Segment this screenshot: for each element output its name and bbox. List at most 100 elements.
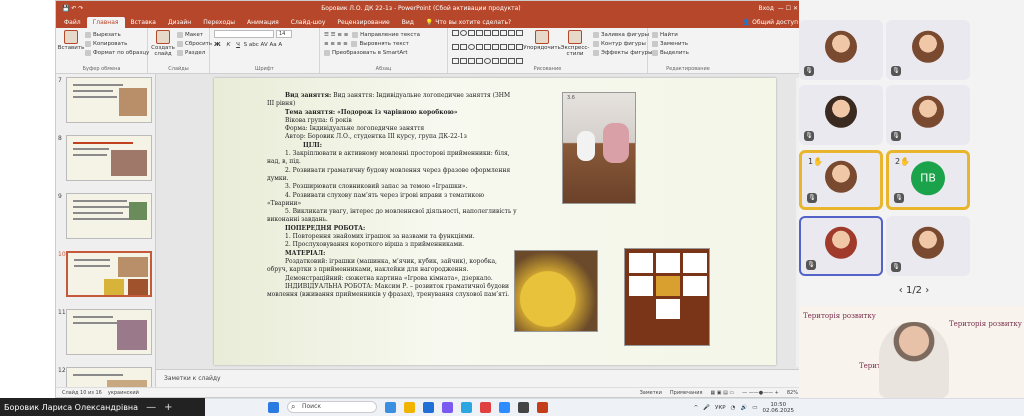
tab-insert[interactable]: Вставка: [125, 17, 162, 28]
input-language[interactable]: УКР: [715, 405, 726, 411]
window-controls[interactable]: — ☐ ✕: [774, 5, 798, 12]
current-slide[interactable]: Вид заняття: Вид заняття: Індивідуальне …: [214, 78, 776, 365]
photo-child-at-desk[interactable]: 3.6: [562, 92, 636, 204]
tab-review[interactable]: Рецензирование: [331, 17, 395, 28]
slide-thumbnail[interactable]: 9: [56, 193, 155, 239]
task-view-icon[interactable]: [385, 401, 396, 413]
share-button[interactable]: 👤 Общий доступ: [737, 17, 804, 28]
mic-off-icon: 🎙: [894, 193, 904, 203]
slide-line: мовлення (вживання прийменників у фразах…: [267, 291, 510, 299]
section-button[interactable]: Раздел: [177, 48, 212, 57]
shapes-gallery[interactable]: [452, 30, 523, 71]
photo-preposition-cards[interactable]: [624, 248, 710, 346]
windows-start-icon[interactable]: [268, 401, 279, 413]
arrange-button[interactable]: Упорядочить: [523, 30, 561, 71]
comments-toggle[interactable]: Примечания: [670, 390, 703, 396]
zoom-slider[interactable]: — ——●—— +: [742, 390, 779, 396]
participant-tile[interactable]: 🎙: [799, 20, 883, 80]
layout-button[interactable]: Макет: [177, 30, 212, 39]
font-name-field[interactable]: [214, 30, 274, 38]
slide-thumbnail[interactable]: 11: [56, 309, 155, 355]
shape-outline-button[interactable]: Контур фигуры: [593, 39, 653, 48]
tray-chevron-icon[interactable]: ^: [694, 405, 699, 411]
telegram-icon[interactable]: [461, 401, 472, 413]
tab-file[interactable]: Файл: [58, 17, 87, 28]
taskbar-apps: Поиск: [268, 401, 548, 413]
participant-tile[interactable]: 🎙: [799, 85, 883, 145]
chrome-icon[interactable]: [480, 401, 491, 413]
tab-animation[interactable]: Анимация: [241, 17, 285, 28]
prev-page-arrow-icon[interactable]: ‹: [899, 285, 903, 296]
wifi-icon[interactable]: ◔: [731, 405, 736, 411]
format-painter-button[interactable]: Формат по образцу: [85, 48, 149, 57]
tab-transitions[interactable]: Переходы: [197, 17, 241, 28]
new-slide-button[interactable]: Создать слайд: [151, 30, 175, 71]
font-size-field[interactable]: 14: [276, 30, 292, 38]
tab-home[interactable]: Главная: [86, 17, 125, 28]
viber-icon[interactable]: [442, 401, 453, 413]
login-link[interactable]: Вход: [758, 5, 774, 12]
replace-button[interactable]: Заменить: [652, 39, 724, 48]
store-icon[interactable]: [518, 401, 529, 413]
align-text-button[interactable]: ≡ ≡ ≡ ≡ Выровнять текст: [324, 39, 443, 48]
smartart-button[interactable]: Преобразовать в SmartArt: [324, 48, 443, 57]
cursor-icon: [652, 49, 658, 56]
language-indicator[interactable]: украинский: [108, 390, 139, 396]
reset-button[interactable]: Сбросить: [177, 39, 212, 48]
select-button[interactable]: Выделить: [652, 48, 724, 57]
edge-icon[interactable]: [423, 401, 434, 413]
shape-effects-button[interactable]: Эффекты фигуры: [593, 48, 653, 57]
slide-text-box[interactable]: Вид заняття: Вид заняття: Індивідуальне …: [267, 92, 519, 299]
participant-tile-active[interactable]: 🎙: [799, 216, 883, 276]
text-direction-button[interactable]: ☰ ☰ ≡ ≡ Направление текста: [324, 30, 443, 39]
photo-toys-box[interactable]: [514, 250, 598, 332]
cut-button[interactable]: Вырезать: [85, 30, 149, 39]
battery-icon[interactable]: ▭: [752, 405, 757, 411]
view-buttons[interactable]: ▦ ▣ ▤ ▭: [710, 390, 734, 396]
powerpoint-icon[interactable]: [537, 401, 548, 413]
slide-canvas[interactable]: Вид заняття: Вид заняття: Індивідуальне …: [156, 74, 804, 387]
quick-styles-button[interactable]: Экспресс-стили: [561, 30, 589, 71]
taskbar-search[interactable]: Поиск: [287, 401, 377, 413]
participant-tile[interactable]: 🎙: [886, 20, 970, 80]
paste-button[interactable]: Вставить: [58, 30, 84, 71]
volume-icon[interactable]: 🔊: [740, 405, 747, 411]
tab-design[interactable]: Дизайн: [162, 17, 197, 28]
slide-thumbnail[interactable]: 8: [56, 135, 155, 181]
title-bar: 💾 ↶ ↷ Боровик Л.О. ДК 22-1з - PowerPoint…: [56, 1, 804, 15]
clipboard-group: Вставить Вырезать Копировать Формат по о…: [56, 28, 149, 73]
notes-toggle[interactable]: Заметки: [640, 390, 662, 396]
copy-button[interactable]: Копировать: [85, 39, 149, 48]
user-name-label: Боровик Лариса Олександрівна: [4, 402, 139, 412]
shape-fill-button[interactable]: Заливка фигуры: [593, 30, 653, 39]
participant-tile-hand-raised[interactable]: 2✋ ПВ 🎙: [886, 150, 970, 210]
tab-view[interactable]: Вид: [396, 17, 420, 28]
slides-group: Создать слайд Макет Сбросить Раздел Слай…: [148, 28, 212, 73]
notes-field[interactable]: Заметки к слайду: [156, 369, 804, 387]
font-format-buttons[interactable]: Ж К Ч S abc AV Aa A: [214, 40, 315, 49]
paragraph-group: ☰ ☰ ≡ ≡ Направление текста ≡ ≡ ≡ ≡ Выров…: [320, 28, 448, 73]
section-icon: [177, 49, 183, 56]
participant-tile-hand-raised[interactable]: 1✋ 🎙: [799, 150, 883, 210]
scissors-icon: [85, 31, 91, 38]
tell-me-search[interactable]: 💡 Что вы хотите сделать?: [420, 17, 517, 28]
add-control[interactable]: +: [164, 402, 172, 413]
slide-line: Демонстраційний: сюжетна картина «Ігрова…: [285, 274, 493, 282]
find-button[interactable]: Найти: [652, 30, 724, 39]
slide-thumbnail[interactable]: 7: [56, 77, 155, 123]
quick-access-icons[interactable]: 💾 ↶ ↷: [62, 5, 83, 12]
presenter-camera[interactable]: Територія розвитку Територія розвитку Те…: [799, 306, 1024, 398]
copy-icon: [85, 40, 91, 47]
tab-slideshow[interactable]: Слайд-шоу: [285, 17, 332, 28]
clock[interactable]: 10:50 02.06.2025: [763, 402, 795, 414]
zoom-level[interactable]: 82%: [787, 390, 798, 396]
file-explorer-icon[interactable]: [404, 401, 415, 413]
slide-thumbnails-pane[interactable]: 7 8 9 10 11 12: [56, 74, 156, 397]
minimize-control[interactable]: —: [146, 402, 156, 413]
participant-tile[interactable]: 🎙: [886, 216, 970, 276]
mic-tray-icon[interactable]: 🎤: [703, 405, 710, 411]
zoom-icon[interactable]: [499, 401, 510, 413]
participant-tile[interactable]: 🎙: [886, 85, 970, 145]
next-page-arrow-icon[interactable]: ›: [925, 285, 929, 296]
slide-thumbnail-selected[interactable]: 10: [56, 251, 155, 297]
